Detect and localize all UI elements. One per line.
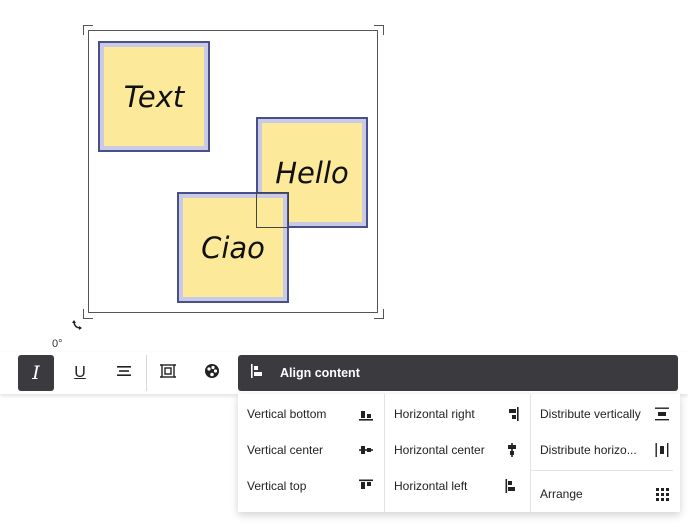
- text-align-icon: [116, 364, 132, 382]
- frame-icon: [160, 363, 176, 384]
- sticky-note-label: Text: [104, 47, 204, 146]
- menu-item-label: Vertical bottom: [247, 407, 327, 421]
- align-content-button[interactable]: Align content: [238, 355, 678, 391]
- menu-item-vertical-top[interactable]: Vertical top: [238, 468, 384, 504]
- menu-item-label: Distribute vertically: [540, 407, 641, 421]
- align-content-menu: Vertical bottom Vertical center Vertical…: [238, 394, 680, 512]
- italic-button[interactable]: I: [18, 355, 54, 391]
- toolbar-divider: [146, 355, 147, 391]
- underline-button[interactable]: U: [62, 355, 98, 391]
- whiteboard-canvas[interactable]: Text Hello Ciao 0°: [0, 0, 688, 350]
- menu-item-label: Vertical top: [247, 479, 307, 493]
- grid-icon: [654, 486, 670, 502]
- overlap-outline: [256, 192, 289, 228]
- align-vertical-center-icon: [358, 442, 374, 458]
- align-right-icon: [504, 406, 520, 422]
- text-align-button[interactable]: [106, 355, 142, 391]
- menu-row-divider: [531, 470, 673, 471]
- align-content-icon: [250, 363, 264, 384]
- resize-handle-bottom-left[interactable]: [83, 309, 93, 319]
- menu-item-distribute-vertically[interactable]: Distribute vertically: [531, 396, 680, 432]
- menu-item-vertical-bottom[interactable]: Vertical bottom: [238, 396, 384, 432]
- align-horizontal-center-icon: [504, 442, 520, 458]
- menu-item-horizontal-center[interactable]: Horizontal center: [385, 432, 530, 468]
- menu-item-horizontal-right[interactable]: Horizontal right: [385, 396, 530, 432]
- resize-handle-bottom-right[interactable]: [374, 309, 384, 319]
- menu-item-vertical-center[interactable]: Vertical center: [238, 432, 384, 468]
- resize-handle-top-left[interactable]: [83, 25, 93, 35]
- frame-button[interactable]: [150, 355, 186, 391]
- align-left-icon: [504, 478, 520, 494]
- menu-item-label: Arrange: [540, 487, 583, 501]
- menu-item-label: Vertical center: [247, 443, 324, 457]
- resize-handle-top-right[interactable]: [374, 25, 384, 35]
- menu-item-arrange[interactable]: Arrange: [531, 476, 680, 512]
- sticky-note-text[interactable]: Text: [98, 41, 210, 152]
- menu-item-label: Distribute horizo...: [540, 443, 637, 457]
- palette-icon: [204, 363, 220, 384]
- menu-item-label: Horizontal right: [394, 407, 475, 421]
- color-button[interactable]: [194, 355, 230, 391]
- distribute-vertical-icon: [654, 406, 670, 422]
- menu-item-horizontal-left[interactable]: Horizontal left: [385, 468, 530, 504]
- menu-item-label: Horizontal center: [394, 443, 485, 457]
- menu-item-distribute-horizontally[interactable]: Distribute horizo...: [531, 432, 680, 468]
- rotation-angle-label: 0°: [52, 338, 63, 350]
- formatting-toolbar: I U Align content: [0, 352, 688, 394]
- menu-item-label: Horizontal left: [394, 479, 468, 493]
- rotate-handle-icon[interactable]: [71, 319, 83, 331]
- distribute-horizontal-icon: [654, 442, 670, 458]
- align-bottom-icon: [358, 406, 374, 422]
- align-content-label: Align content: [280, 366, 360, 380]
- align-top-icon: [358, 478, 374, 494]
